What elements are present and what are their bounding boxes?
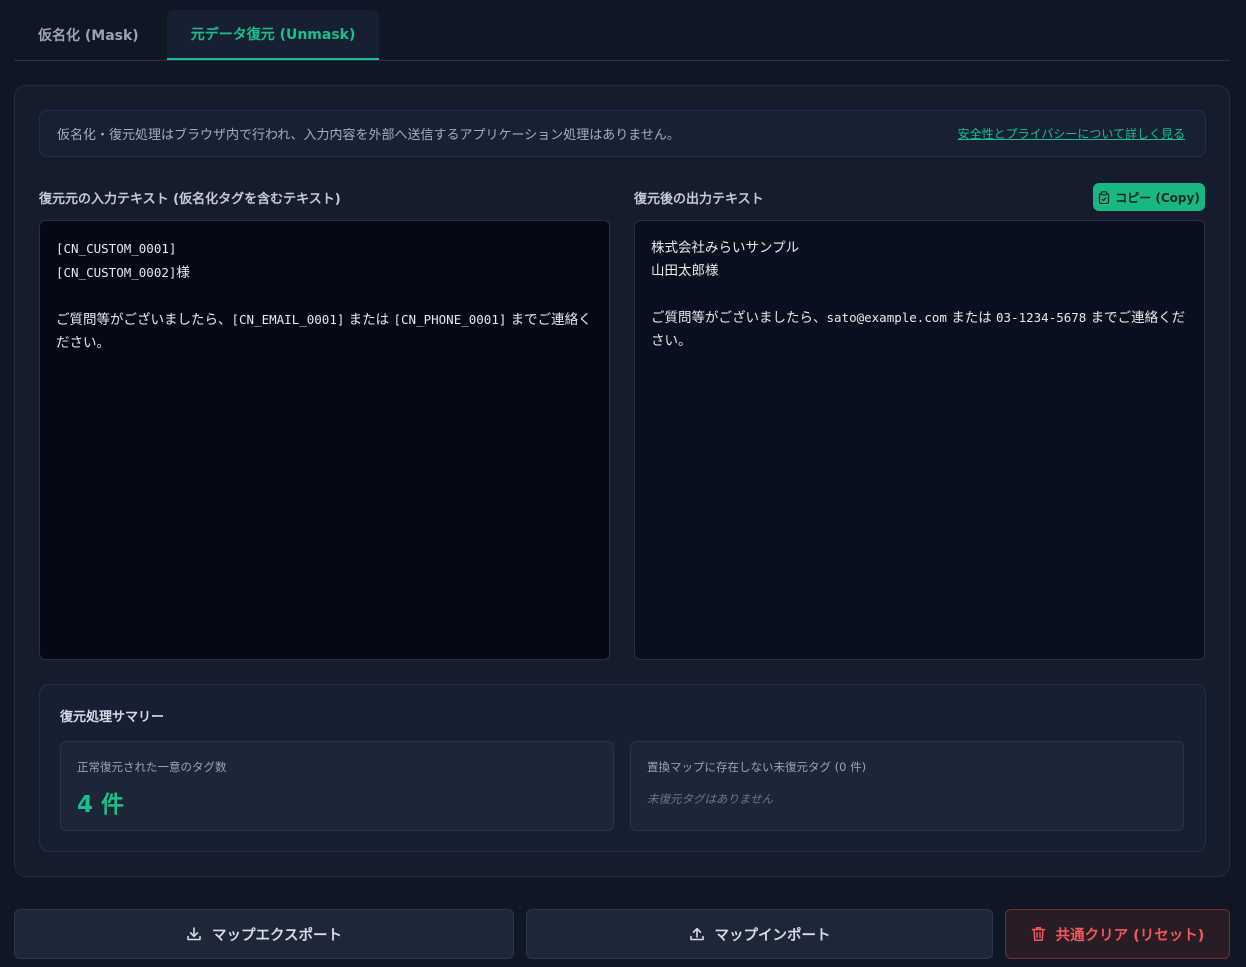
copy-button-label: コピー (Copy): [1115, 190, 1200, 205]
input-line-4-prefix: ご質問等がございましたら、: [56, 312, 232, 328]
output-line-4-mid: または: [946, 310, 997, 326]
clear-reset-button[interactable]: 共通クリア (リセット): [1005, 909, 1230, 959]
restored-count-value: 4 件: [77, 792, 125, 818]
clear-reset-label: 共通クリア (リセット): [1055, 927, 1205, 944]
privacy-details-link[interactable]: 安全性とプライバシーについて詳しく見る: [958, 125, 1185, 142]
clipboard-icon: [1098, 190, 1110, 204]
map-import-label: マップインポート: [714, 927, 831, 944]
output-line-4-prefix: ご質問等がございましたら、: [651, 310, 827, 326]
output-textarea[interactable]: 株式会社みらいサンプル 山田太郎様 ご質問等がございましたら、sato@exam…: [634, 220, 1205, 660]
map-export-button[interactable]: マップエクスポート: [14, 909, 514, 959]
input-label: 復元元の入力テキスト (仮名化タグを含むテキスト): [39, 192, 341, 207]
unmask-panel: 仮名化・復元処理はブラウザ内で行われ、入力内容を外部へ送信するアプリケーション処…: [14, 85, 1230, 877]
tab-mask[interactable]: 仮名化 (Mask): [14, 10, 163, 60]
tab-bar: 仮名化 (Mask) 元データ復元 (Unmask): [14, 10, 1230, 61]
upload-icon: [689, 926, 705, 942]
map-export-label: マップエクスポート: [211, 927, 343, 944]
restore-summary: 復元処理サマリー 正常復元された一意のタグ数 4 件 置換マップに存在しない未復…: [39, 684, 1206, 852]
output-email: sato@example.com: [826, 310, 947, 325]
missing-tags-label: 置換マップに存在しない未復元タグ (0 件): [647, 760, 867, 774]
input-phone-tag: [CN_PHONE_0001]: [393, 312, 507, 327]
missing-tags-empty: 未復元タグはありません: [647, 792, 774, 806]
input-textarea[interactable]: [CN_CUSTOM_0001] [CN_CUSTOM_0002]様 ご質問等が…: [39, 220, 610, 660]
privacy-notice: 仮名化・復元処理はブラウザ内で行われ、入力内容を外部へ送信するアプリケーション処…: [39, 110, 1206, 157]
tab-unmask[interactable]: 元データ復元 (Unmask): [166, 10, 380, 60]
output-line-1: 株式会社みらいサンプル: [651, 240, 800, 256]
map-import-button[interactable]: マップインポート: [526, 909, 993, 959]
input-line-1: [CN_CUSTOM_0001]: [56, 241, 177, 256]
missing-tags-card: 置換マップに存在しない未復元タグ (0 件) 未復元タグはありません: [630, 741, 1184, 831]
output-phone: 03-1234-5678: [996, 310, 1087, 325]
input-email-tag: [CN_EMAIL_0001]: [231, 312, 345, 327]
restored-count-label: 正常復元された一意のタグ数: [77, 760, 227, 774]
copy-button[interactable]: コピー (Copy): [1093, 183, 1205, 211]
output-label: 復元後の出力テキスト: [634, 192, 764, 207]
input-line-2-tag: [CN_CUSTOM_0002]: [56, 265, 177, 280]
restored-count-card: 正常復元された一意のタグ数 4 件: [60, 741, 614, 831]
privacy-notice-text: 仮名化・復元処理はブラウザ内で行われ、入力内容を外部へ送信するアプリケーション処…: [57, 128, 680, 143]
trash-icon: [1031, 926, 1046, 942]
input-line-4-mid: または: [344, 312, 394, 328]
download-icon: [186, 926, 202, 942]
output-line-2: 山田太郎様: [651, 263, 719, 279]
input-line-2-suffix: 様: [176, 265, 190, 281]
summary-title: 復元処理サマリー: [60, 710, 165, 725]
